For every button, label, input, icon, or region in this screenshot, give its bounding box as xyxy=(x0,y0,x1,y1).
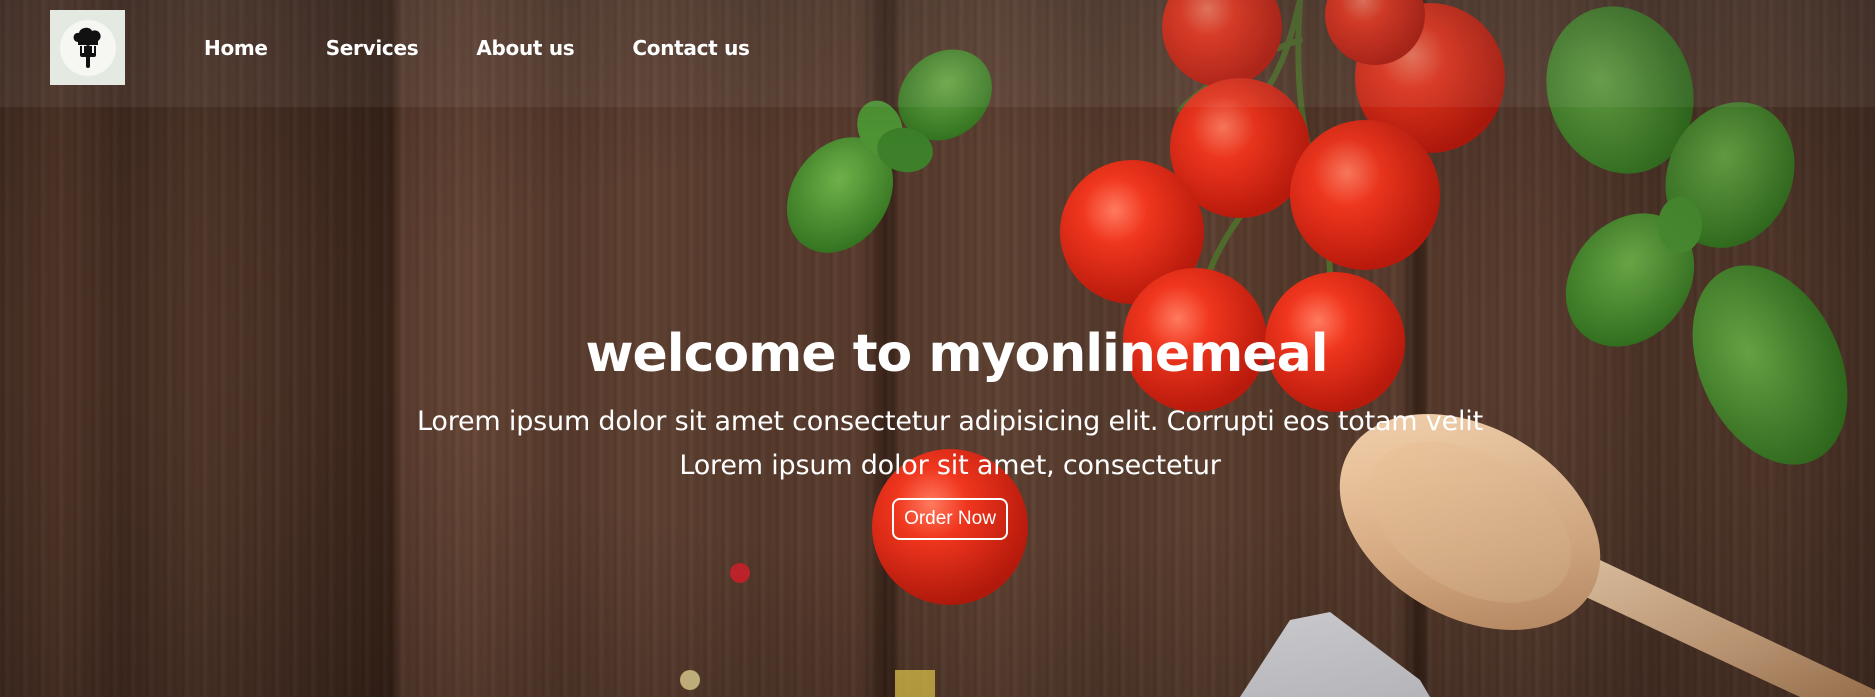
hero-subtitle-line-1: Lorem ipsum dolor sit amet consectetur a… xyxy=(417,406,1483,437)
main-nav: Home Services About us Contact us xyxy=(204,36,808,60)
nav-about-us[interactable]: About us xyxy=(476,36,574,60)
chef-fork-icon xyxy=(73,27,101,68)
hero-subtitle: Lorem ipsum dolor sit amet consectetur a… xyxy=(400,400,1500,488)
order-now-button[interactable]: Order Now xyxy=(892,498,1008,540)
logo-badge xyxy=(59,19,116,76)
hero-title: welcome to myonlinemeal xyxy=(585,324,1328,384)
nav-services[interactable]: Services xyxy=(326,36,419,60)
logo[interactable] xyxy=(50,10,125,85)
nav-home[interactable]: Home xyxy=(204,36,268,60)
nav-contact-us[interactable]: Contact us xyxy=(632,36,750,60)
hero-content: welcome to myonlinemeal Lorem ipsum dolo… xyxy=(0,318,1875,540)
navbar: Home Services About us Contact us xyxy=(0,0,1875,107)
hero-background: Home Services About us Contact us welcom… xyxy=(0,0,1875,697)
hero-subtitle-line-2: Lorem ipsum dolor sit amet, consectetur xyxy=(679,450,1221,481)
